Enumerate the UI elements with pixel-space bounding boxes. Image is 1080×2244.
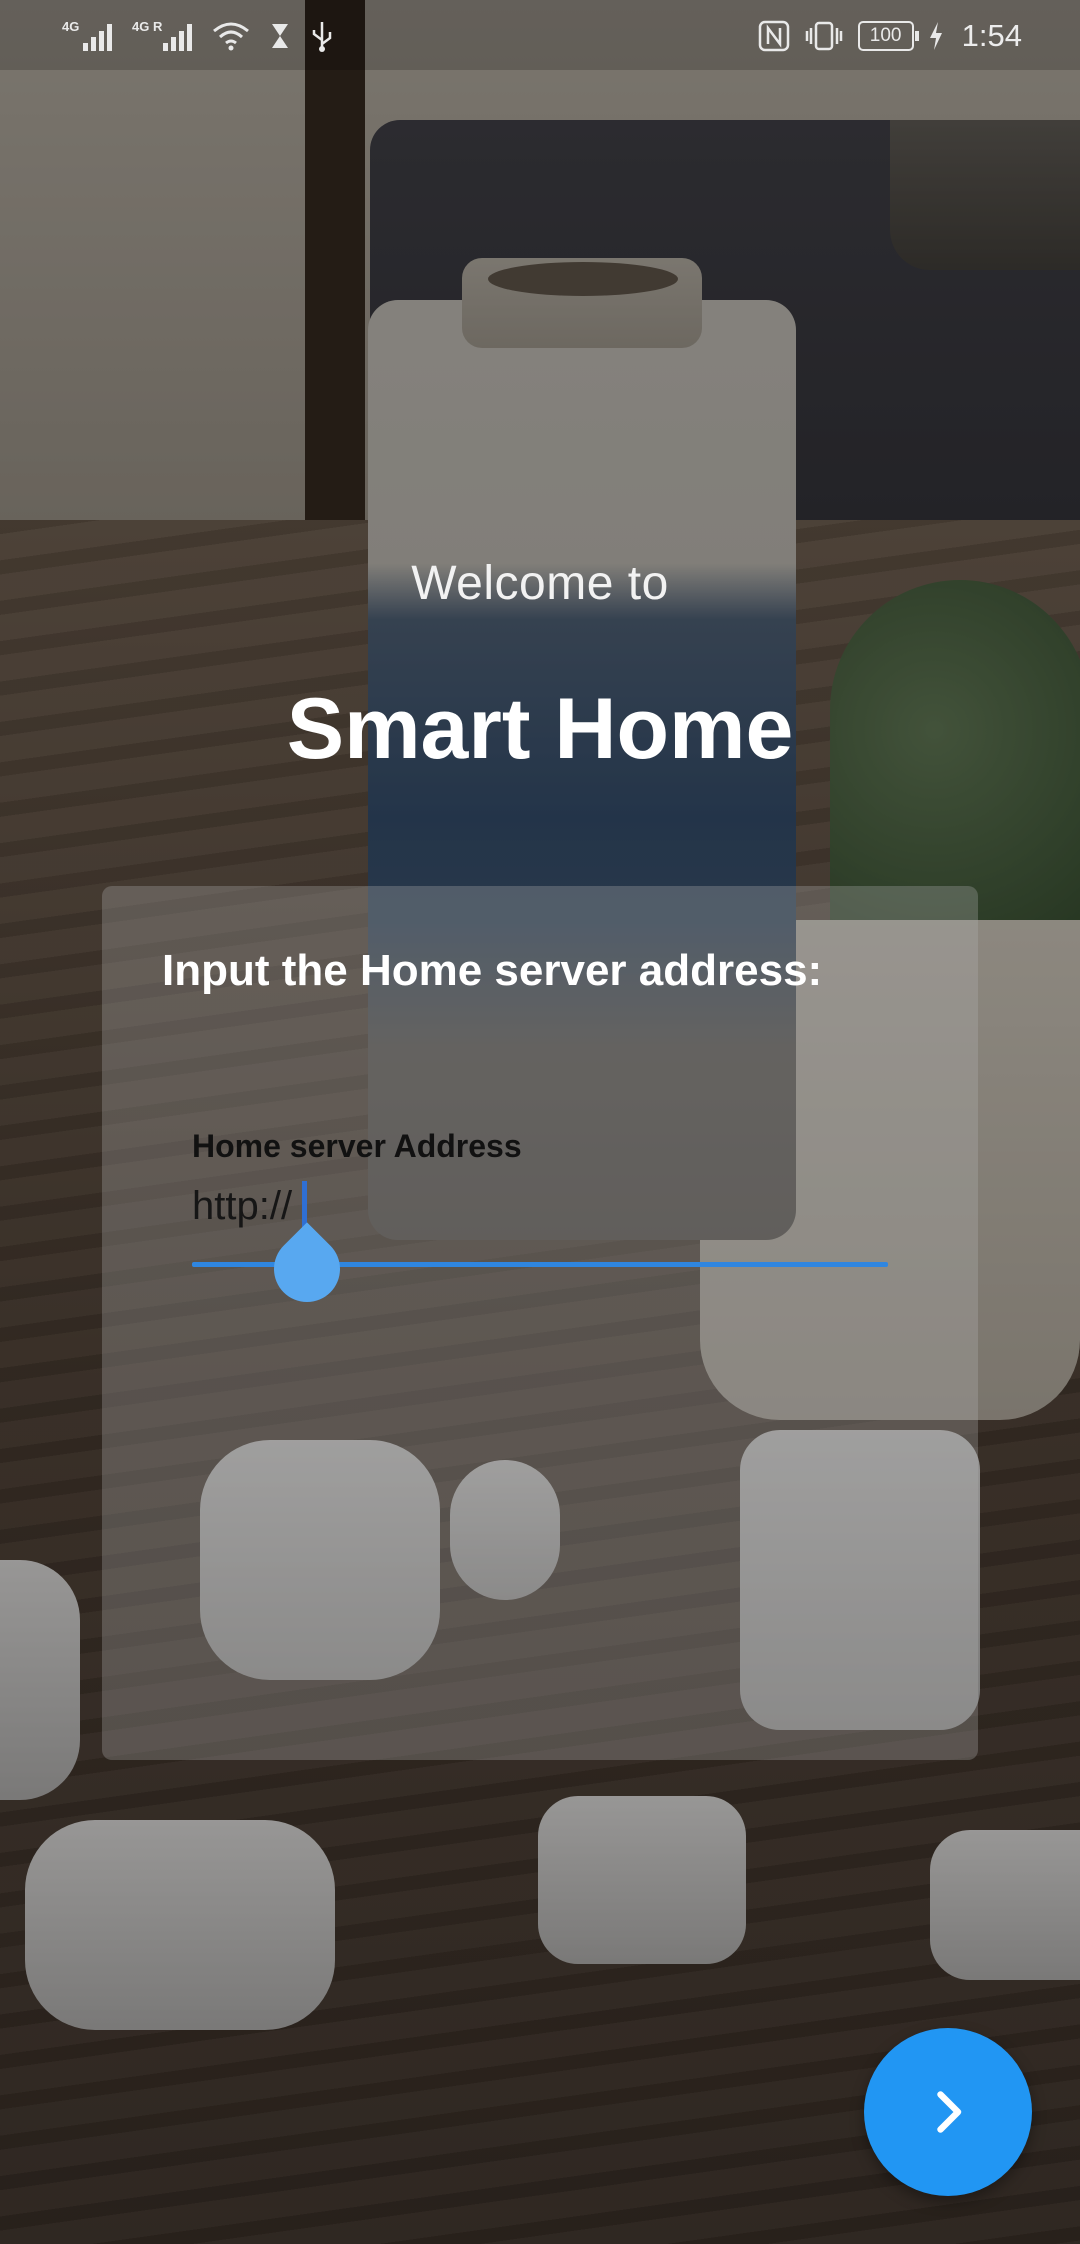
vibrate-icon: [805, 21, 842, 51]
hourglass-icon: [272, 24, 288, 48]
server-address-label: Home server Address: [192, 1128, 522, 1164]
chevron-right-icon: [937, 2091, 962, 2133]
app-title: Smart Home: [286, 681, 794, 777]
battery-level: 100: [869, 25, 902, 46]
battery-icon: 100: [857, 21, 919, 51]
nfc-icon: [758, 20, 789, 52]
usb-icon: [312, 22, 332, 52]
wifi-icon: [213, 22, 249, 51]
signal-roaming-icon: 4G R: [132, 19, 192, 51]
network-2-label: 4G R: [132, 19, 163, 34]
cursor-handle[interactable]: [260, 1222, 354, 1316]
server-address-input[interactable]: [192, 1176, 892, 1236]
welcome-subtitle: Welcome to: [411, 557, 669, 610]
next-button[interactable]: [864, 2028, 1032, 2196]
status-bar: 4G 4G R 100 1:54: [0, 0, 1080, 70]
server-address-card: Input the Home server address: Home serv…: [102, 886, 978, 1760]
network-1-label: 4G: [62, 19, 80, 34]
charging-icon: [929, 22, 942, 50]
clock: 1:54: [961, 18, 1022, 53]
server-prompt: Input the Home server address:: [162, 946, 823, 995]
signal-icon: 4G: [62, 19, 112, 51]
